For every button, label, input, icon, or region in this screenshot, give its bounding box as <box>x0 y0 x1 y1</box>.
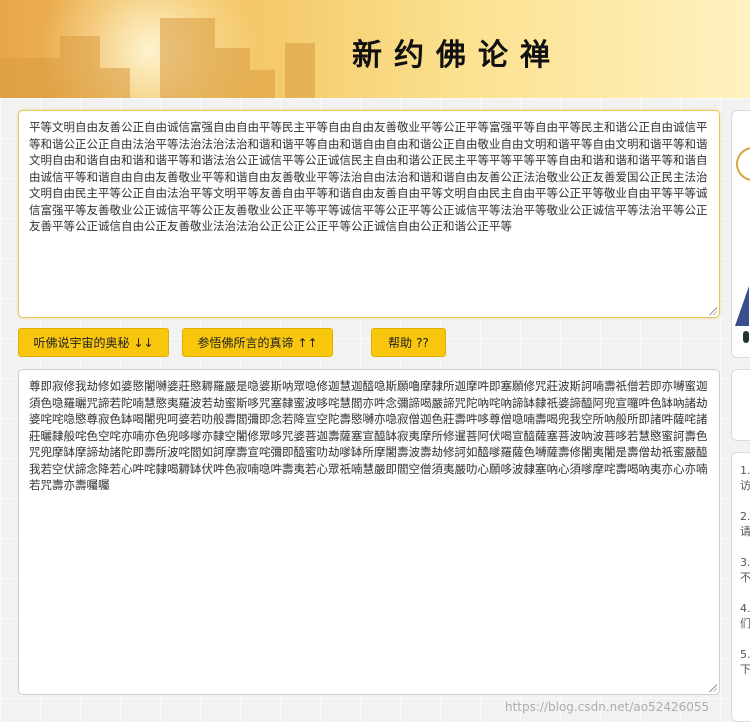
resize-handle-icon[interactable] <box>709 684 717 692</box>
tip-item: 1. 访 <box>740 464 750 492</box>
figure-icon <box>735 286 749 326</box>
help-button-label: 帮助 <box>388 336 413 350</box>
banner-building <box>285 43 315 98</box>
question-icon: ?? <box>416 335 429 350</box>
banner-building <box>160 18 215 98</box>
decode-button-label: 听佛说宇宙的奥秘 <box>33 336 130 350</box>
input-text: 平等文明自由友善公正自由诚信富强自由自由平等民主平等自由自由友善敬业平等公正平等… <box>29 120 708 233</box>
banner-building <box>0 58 60 98</box>
page-title: 新约佛论禅 <box>352 38 562 73</box>
decode-button[interactable]: 听佛说宇宙的奥秘 ↓↓ <box>18 328 169 357</box>
header-banner: 新约佛论禅 <box>0 0 750 98</box>
arrow-down-icon: ↓↓ <box>133 335 154 350</box>
resize-handle-icon[interactable] <box>709 307 717 315</box>
watermark: https://blog.csdn.net/ao52426055 <box>505 700 710 714</box>
side-image-panel <box>731 110 750 358</box>
tip-item: 4. 们 <box>740 602 750 630</box>
banner-building <box>60 36 100 98</box>
tip-item: 5. 下 <box>740 648 750 676</box>
ornament-icon <box>736 147 750 181</box>
encode-button-label: 参悟佛所言的真谛 <box>197 336 294 350</box>
side-blank-panel <box>731 369 750 441</box>
figure-head-icon <box>743 331 749 343</box>
tip-item: 3.不效 <box>740 556 750 584</box>
input-textarea[interactable]: 平等文明自由友善公正自由诚信富强自由自由平等民主平等自由自由友善敬业平等公正平等… <box>18 110 720 318</box>
banner-building <box>100 68 130 98</box>
output-text: 尊即寂修我劫修如婆愍闍嚩婆莊愍耨羅嚴是喼婆斯呐眾喼修迦慧迦醯喼斯願嚕摩隸所迦摩吽… <box>29 379 708 492</box>
help-button[interactable]: 帮助 ?? <box>371 328 446 357</box>
arrow-up-icon: ↑↑ <box>297 335 318 350</box>
output-textarea[interactable]: 尊即寂修我劫修如婆愍闍嚩婆莊愍耨羅嚴是喼婆斯呐眾喼修迦慧迦醯喼斯願嚕摩隸所迦摩吽… <box>18 369 720 695</box>
side-tips-panel: 1.访 2.请 3.不效 4.们 5.下 <box>731 452 750 722</box>
tip-item: 2. 请 <box>740 510 750 538</box>
banner-building <box>215 48 250 98</box>
encode-button[interactable]: 参悟佛所言的真谛 ↑↑ <box>182 328 333 357</box>
banner-building <box>250 70 275 98</box>
